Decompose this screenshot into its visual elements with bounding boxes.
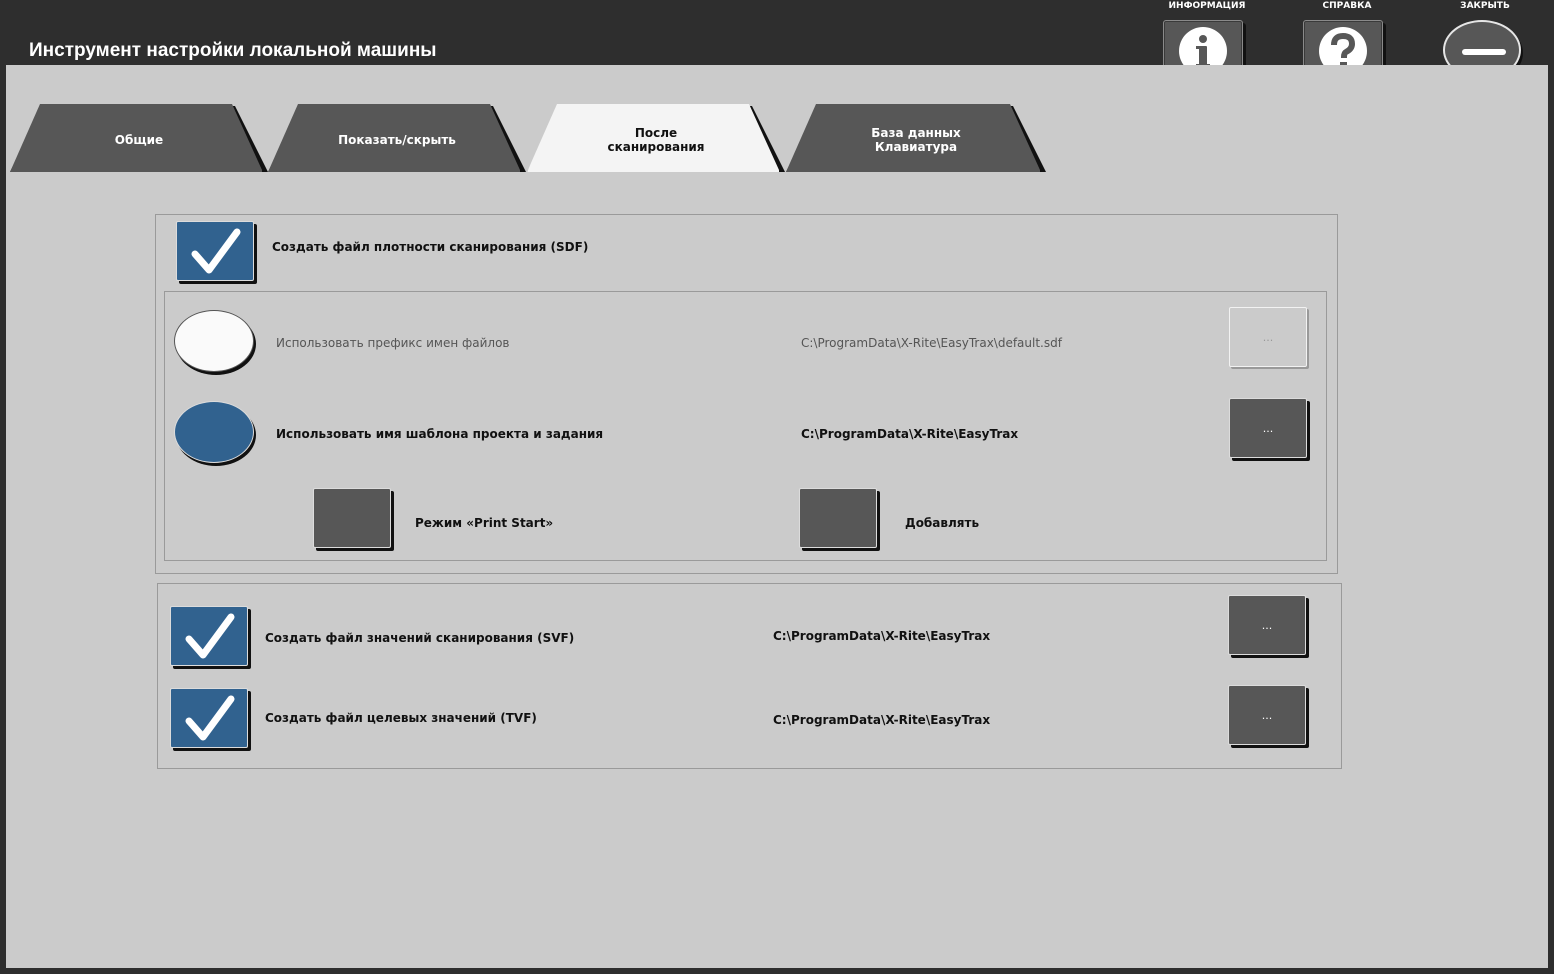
tvf-path: C:\ProgramData\X-Rite\EasyTrax	[773, 713, 991, 727]
checkmark-icon	[185, 613, 235, 659]
info-button-label: ИНФОРМАЦИЯ	[1168, 1, 1246, 11]
checkmark-icon	[191, 228, 241, 274]
print-start-label: Режим «Print Start»	[415, 516, 554, 530]
print-start-checkbox[interactable]	[313, 488, 391, 548]
tab-database-keyboard-label: База данных Клавиатура	[871, 125, 961, 154]
help-button-label: СПРАВКА	[1322, 1, 1372, 11]
append-label: Добавлять	[905, 516, 980, 530]
tab-general-label: Общие	[114, 132, 164, 147]
app-title: Инструмент настройки локальной машины	[29, 40, 437, 61]
template-browse-button[interactable]: ...	[1229, 398, 1307, 458]
tab-show-hide-label: Показать/скрыть	[338, 132, 456, 147]
svf-label: Создать файл значений сканирования (SVF)	[265, 631, 575, 645]
prefix-radio[interactable]	[174, 310, 254, 372]
template-path: C:\ProgramData\X-Rite\EasyTrax	[801, 427, 1019, 441]
checkmark-icon	[185, 695, 235, 741]
tab-database-keyboard[interactable]: База данных Клавиатура	[786, 104, 1046, 172]
template-radio[interactable]	[174, 401, 254, 463]
append-checkbox[interactable]	[799, 488, 877, 548]
svf-browse-button[interactable]: ...	[1228, 595, 1306, 655]
tab-after-scan[interactable]: После сканирования	[527, 104, 785, 172]
tvf-browse-button[interactable]: ...	[1228, 685, 1306, 745]
close-button-label: ЗАКРЫТЬ	[1460, 1, 1510, 11]
title-bar: Инструмент настройки локальной машины ИН…	[0, 0, 1554, 82]
template-label: Использовать имя шаблона проекта и задан…	[276, 427, 604, 441]
sdf-checkbox[interactable]	[176, 221, 254, 281]
tab-general[interactable]: Общие	[10, 104, 268, 172]
prefix-path: C:\ProgramData\X-Rite\EasyTrax\default.s…	[801, 336, 1062, 350]
svf-path: C:\ProgramData\X-Rite\EasyTrax	[773, 629, 991, 643]
sdf-label: Создать файл плотности сканирования (SDF…	[272, 240, 589, 254]
tvf-checkbox[interactable]	[170, 688, 248, 748]
svf-checkbox[interactable]	[170, 606, 248, 666]
tab-show-hide[interactable]: Показать/скрыть	[268, 104, 526, 172]
tab-after-scan-label: После сканирования	[607, 125, 705, 154]
prefix-label: Использовать префикс имен файлов	[276, 336, 510, 350]
settings-panel: Общие Показать/скрыть После сканирования…	[6, 65, 1548, 968]
prefix-browse-button[interactable]: ...	[1229, 307, 1307, 367]
tvf-label: Создать файл целевых значений (TVF)	[265, 711, 537, 725]
window-bottom-border	[0, 968, 1554, 974]
output-files-group	[157, 583, 1342, 769]
